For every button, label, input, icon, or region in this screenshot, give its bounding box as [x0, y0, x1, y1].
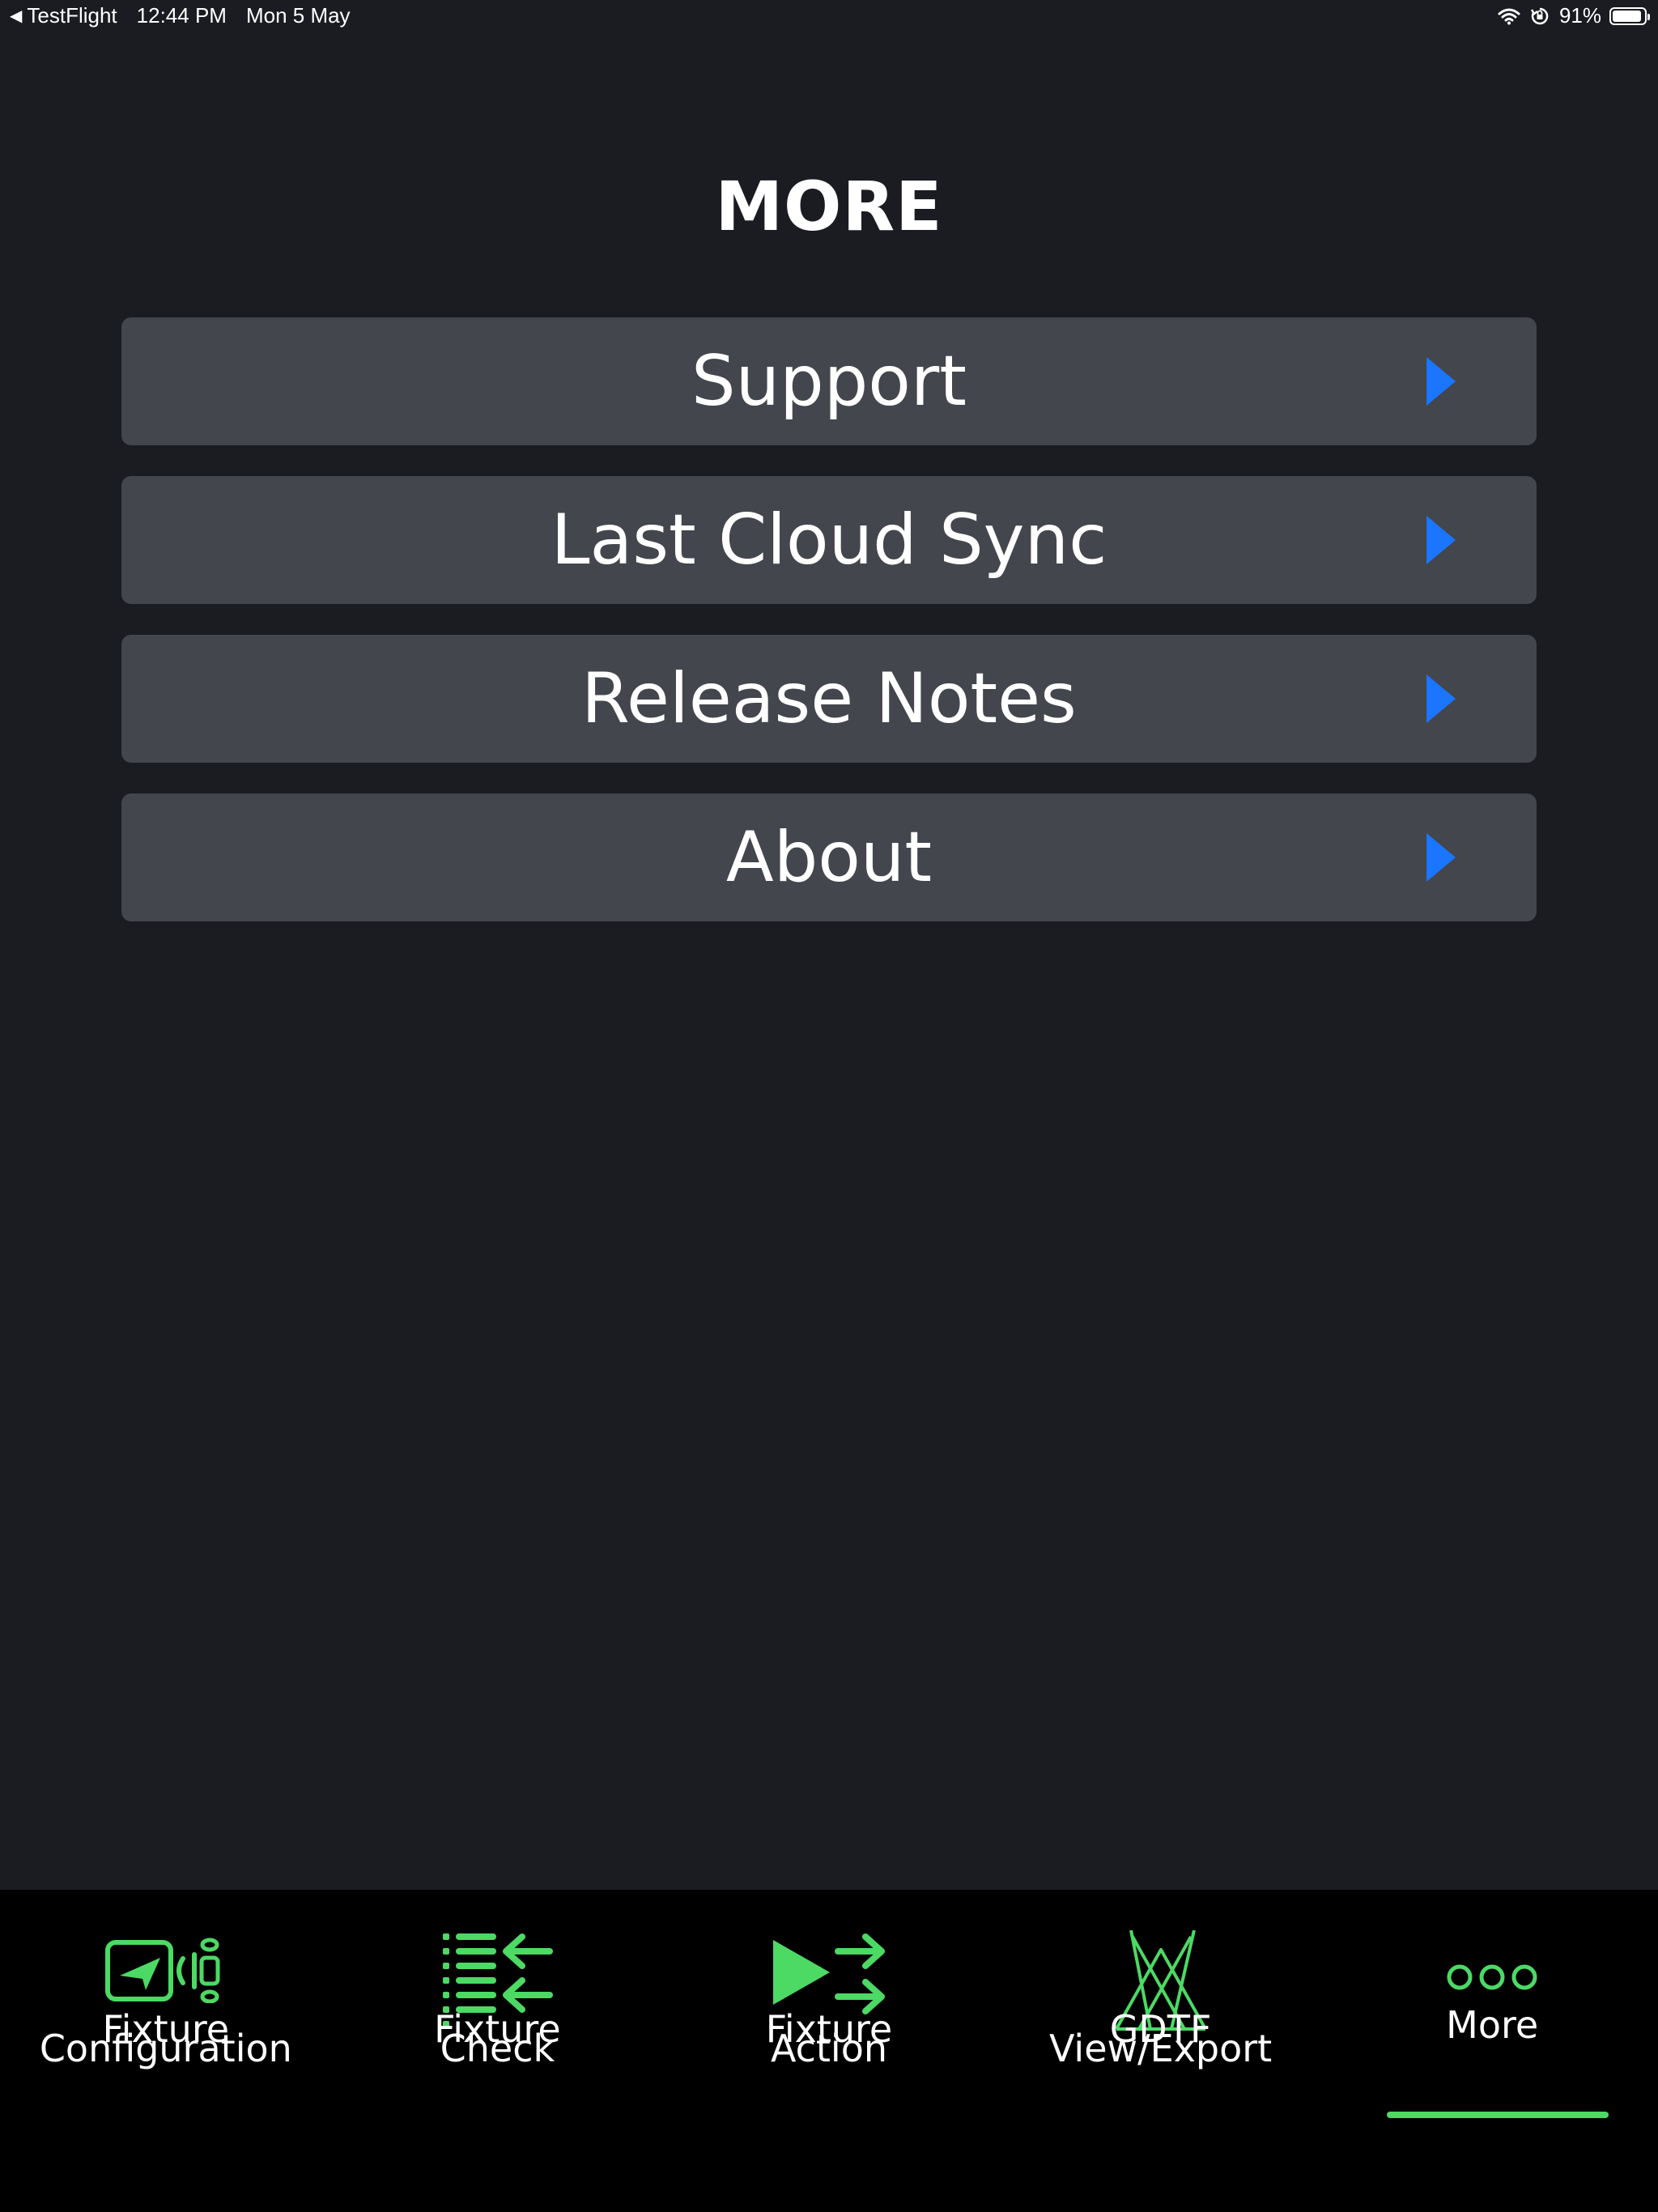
- tab-label: Fixture Configuration: [39, 2007, 292, 2070]
- tab-gdtf-view-export[interactable]: GDTF View/Export: [995, 1890, 1327, 2133]
- status-time: 12:44 PM: [136, 3, 227, 28]
- tab-bar: Fixture Configuration Fixture Check Fixt…: [0, 1890, 1658, 2212]
- back-to-app-link[interactable]: TestFlight: [27, 3, 117, 28]
- menu-item-label: Support: [691, 341, 967, 422]
- menu-item-release-notes[interactable]: Release Notes: [121, 635, 1537, 763]
- menu-item-label: About: [725, 817, 933, 898]
- status-left: ◀ TestFlight 12:44 PM Mon 5 May: [10, 3, 351, 28]
- tab-fixture-configuration[interactable]: Fixture Configuration: [0, 1890, 332, 2133]
- tab-label: Fixture Action: [765, 2007, 893, 2070]
- menu-item-support[interactable]: Support: [121, 317, 1537, 445]
- tab-label: GDTF View/Export: [1048, 2007, 1273, 2070]
- status-right: 91%: [1498, 3, 1650, 28]
- tab-more[interactable]: More: [1326, 1890, 1658, 2133]
- menu-item-label: Release Notes: [581, 658, 1077, 739]
- tab-fixture-action[interactable]: Fixture Action: [663, 1890, 995, 2133]
- page-title: MORE: [715, 167, 943, 246]
- selected-tab-indicator: [1387, 2112, 1609, 2118]
- chevron-right-icon: [1426, 516, 1456, 564]
- chevron-right-icon: [1426, 833, 1456, 882]
- tab-label: Fixture Check: [434, 2007, 561, 2070]
- status-date: Mon 5 May: [245, 3, 351, 28]
- tab-fixture-check[interactable]: Fixture Check: [332, 1890, 664, 2133]
- chevron-right-icon: [1426, 357, 1456, 406]
- menu-item-about[interactable]: About: [121, 793, 1537, 921]
- more-dots-icon: [1443, 1961, 1541, 1997]
- back-chevron-icon[interactable]: ◀: [10, 6, 22, 26]
- menu-item-label: Last Cloud Sync: [551, 500, 1107, 581]
- status-bar: ◀ TestFlight 12:44 PM Mon 5 May 91%: [0, 0, 1658, 32]
- chevron-right-icon: [1426, 674, 1456, 723]
- battery-icon: [1609, 6, 1650, 25]
- menu-list: Support Last Cloud Sync Release Notes Ab…: [121, 317, 1537, 952]
- menu-item-last-cloud-sync[interactable]: Last Cloud Sync: [121, 476, 1537, 604]
- orientation-lock-icon: [1530, 6, 1550, 26]
- fixture-configuration-icon: [104, 1930, 227, 2006]
- wifi-icon: [1498, 7, 1520, 25]
- battery-level: [1613, 10, 1641, 22]
- battery-percent: 91%: [1558, 3, 1601, 28]
- tab-label: More: [1446, 2003, 1539, 2047]
